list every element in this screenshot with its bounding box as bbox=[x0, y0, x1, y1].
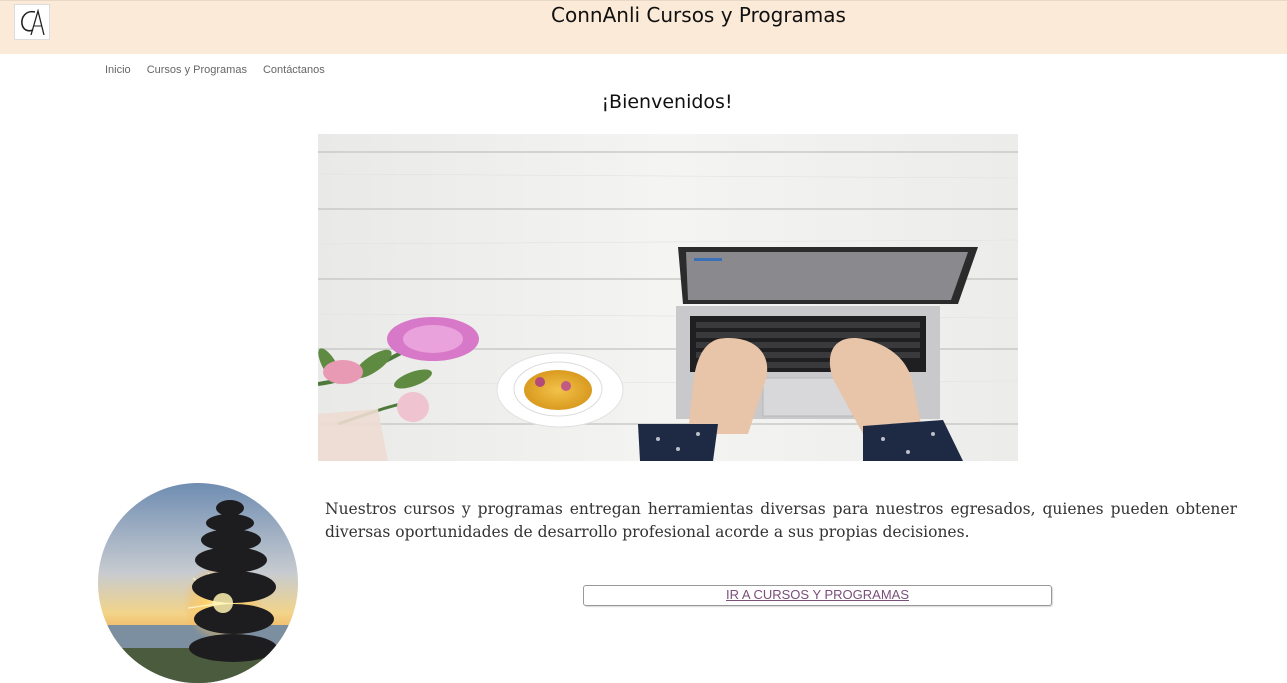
main-nav: Inicio Cursos y Programas Contáctanos bbox=[105, 64, 325, 76]
intro-description: Nuestros cursos y programas entregan her… bbox=[325, 500, 1237, 541]
welcome-heading: ¡Bienvenidos! bbox=[601, 91, 733, 113]
hero-image bbox=[318, 134, 1018, 461]
stacked-stones-image bbox=[98, 483, 298, 683]
nav-item-inicio[interactable]: Inicio bbox=[105, 64, 131, 76]
nav-item-cursos-y-programas[interactable]: Cursos y Programas bbox=[147, 64, 247, 76]
site-header: ConnAnli Cursos y Programas bbox=[0, 0, 1287, 54]
go-to-courses-button[interactable]: IR A CURSOS Y PROGRAMAS bbox=[583, 585, 1052, 606]
site-title: ConnAnli Cursos y Programas bbox=[551, 3, 846, 27]
nav-item-contactanos[interactable]: Contáctanos bbox=[263, 64, 325, 76]
